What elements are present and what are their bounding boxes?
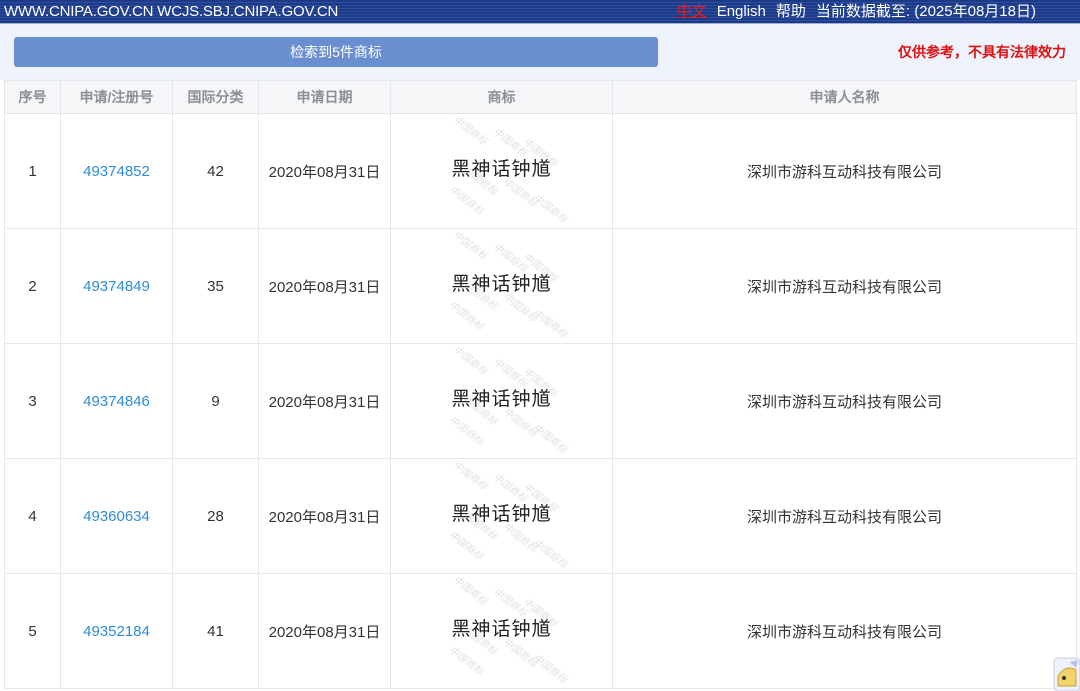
row-class: 42 bbox=[172, 113, 259, 229]
reg-no-link[interactable]: 49360634 bbox=[83, 508, 150, 525]
reg-no-link[interactable]: 49352184 bbox=[83, 623, 150, 640]
header-mark: 商标 bbox=[390, 80, 613, 114]
reg-no-link[interactable]: 49374846 bbox=[83, 393, 150, 410]
row-mark-cell[interactable]: 中国商标 中国商标 中国商标 中国商标 中国商标 中国商标 中国商标 黑神话钟馗 bbox=[390, 228, 613, 344]
trademark-image-text: 黑神话钟馗 bbox=[451, 157, 552, 180]
row-reg-no-cell: 49374846 bbox=[60, 343, 173, 459]
row-date: 2020年08月31日 bbox=[258, 113, 391, 229]
top-bar-links: 中文 English 帮助 当前数据截至: (2025年08月18日) bbox=[677, 0, 1036, 24]
data-date-label: 当前数据截至: (2025年08月18日) bbox=[815, 3, 1036, 20]
row-reg-no-cell: 49352184 bbox=[60, 573, 173, 689]
row-mark-cell[interactable]: 中国商标 中国商标 中国商标 中国商标 中国商标 中国商标 中国商标 黑神话钟馗 bbox=[390, 113, 613, 229]
trademark-image-text: 黑神话钟馗 bbox=[451, 272, 552, 295]
lang-zh-link[interactable]: 中文 bbox=[677, 0, 707, 24]
row-date: 2020年08月31日 bbox=[258, 458, 391, 574]
trademark-image-text: 黑神话钟馗 bbox=[451, 387, 552, 410]
watermark: 中国商标 bbox=[530, 307, 569, 341]
site-domains: WWW.CNIPA.GOV.CN WCJS.SBJ.CNIPA.GOV.CN bbox=[4, 3, 339, 20]
watermark: 中国商标 bbox=[530, 652, 569, 686]
row-index: 1 bbox=[4, 113, 61, 229]
watermark: 中国商标 bbox=[530, 537, 569, 571]
row-date: 2020年08月31日 bbox=[258, 343, 391, 459]
watermark: 中国商标 bbox=[450, 459, 489, 493]
watermark: 中国商标 bbox=[450, 574, 489, 608]
row-index: 4 bbox=[4, 458, 61, 574]
watermark: 中国商标 bbox=[530, 422, 569, 456]
row-mark-cell[interactable]: 中国商标 中国商标 中国商标 中国商标 中国商标 中国商标 中国商标 黑神话钟馗 bbox=[390, 458, 613, 574]
row-applicant: 深圳市游科互动科技有限公司 bbox=[612, 458, 1077, 574]
table-row: 1 49374852 42 2020年08月31日 中国商标 中国商标 中国商标 中国商标 中国… bbox=[4, 113, 1077, 229]
table-row: 5 49352184 41 2020年08月31日 中国商标 中国商标 中国商标 中国商标 中国… bbox=[4, 573, 1077, 689]
row-applicant: 深圳市游科互动科技有限公司 bbox=[612, 343, 1077, 459]
reg-no-link[interactable]: 49374852 bbox=[83, 163, 150, 180]
row-class: 35 bbox=[172, 228, 259, 344]
header-reg-no: 申请/注册号 bbox=[60, 80, 173, 114]
corner-mascot-icon[interactable] bbox=[1052, 656, 1080, 691]
watermark: 中国商标 bbox=[530, 192, 569, 226]
header-index: 序号 bbox=[4, 80, 61, 114]
result-summary-bar: 检索到5件商标 仅供参考，不具有法律效力 bbox=[0, 24, 1080, 80]
header-class: 国际分类 bbox=[172, 80, 259, 114]
lang-en-link[interactable]: English bbox=[717, 0, 766, 24]
row-index: 5 bbox=[4, 573, 61, 689]
trademark-image-text: 黑神话钟馗 bbox=[451, 502, 552, 525]
watermark: 中国商标 bbox=[450, 114, 489, 148]
row-applicant: 深圳市游科互动科技有限公司 bbox=[612, 113, 1077, 229]
help-link[interactable]: 帮助 bbox=[776, 0, 806, 24]
row-date: 2020年08月31日 bbox=[258, 228, 391, 344]
top-bar: WWW.CNIPA.GOV.CN WCJS.SBJ.CNIPA.GOV.CN 中… bbox=[0, 0, 1080, 24]
disclaimer-text: 仅供参考，不具有法律效力 bbox=[898, 44, 1066, 60]
row-mark-cell[interactable]: 中国商标 中国商标 中国商标 中国商标 中国商标 中国商标 中国商标 黑神话钟馗 bbox=[390, 343, 613, 459]
watermark: 中国商标 bbox=[450, 229, 489, 263]
row-index: 3 bbox=[4, 343, 61, 459]
table-row: 2 49374849 35 2020年08月31日 中国商标 中国商标 中国商标 中国商标 中国… bbox=[4, 228, 1077, 344]
table-header-row: 序号 申请/注册号 国际分类 申请日期 商标 申请人名称 bbox=[4, 80, 1077, 114]
row-class: 41 bbox=[172, 573, 259, 689]
row-class: 28 bbox=[172, 458, 259, 574]
result-count-button[interactable]: 检索到5件商标 bbox=[14, 37, 658, 67]
row-reg-no-cell: 49374849 bbox=[60, 228, 173, 344]
row-class: 9 bbox=[172, 343, 259, 459]
table-row: 3 49374846 9 2020年08月31日 中国商标 中国商标 中国商标 中国商标 中国商… bbox=[4, 343, 1077, 459]
watermark: 中国商标 bbox=[450, 344, 489, 378]
results-table: 序号 申请/注册号 国际分类 申请日期 商标 申请人名称 1 49374852 42… bbox=[4, 80, 1077, 689]
header-date: 申请日期 bbox=[258, 80, 391, 114]
row-index: 2 bbox=[4, 228, 61, 344]
row-applicant: 深圳市游科互动科技有限公司 bbox=[612, 573, 1077, 689]
row-date: 2020年08月31日 bbox=[258, 573, 391, 689]
row-reg-no-cell: 49374852 bbox=[60, 113, 173, 229]
row-mark-cell[interactable]: 中国商标 中国商标 中国商标 中国商标 中国商标 中国商标 中国商标 黑神话钟馗 bbox=[390, 573, 613, 689]
trademark-image-text: 黑神话钟馗 bbox=[451, 617, 552, 640]
reg-no-link[interactable]: 49374849 bbox=[83, 278, 150, 295]
table-row: 4 49360634 28 2020年08月31日 中国商标 中国商标 中国商标 中国商标 中国… bbox=[4, 458, 1077, 574]
row-applicant: 深圳市游科互动科技有限公司 bbox=[612, 228, 1077, 344]
row-reg-no-cell: 49360634 bbox=[60, 458, 173, 574]
header-applicant: 申请人名称 bbox=[612, 80, 1077, 114]
